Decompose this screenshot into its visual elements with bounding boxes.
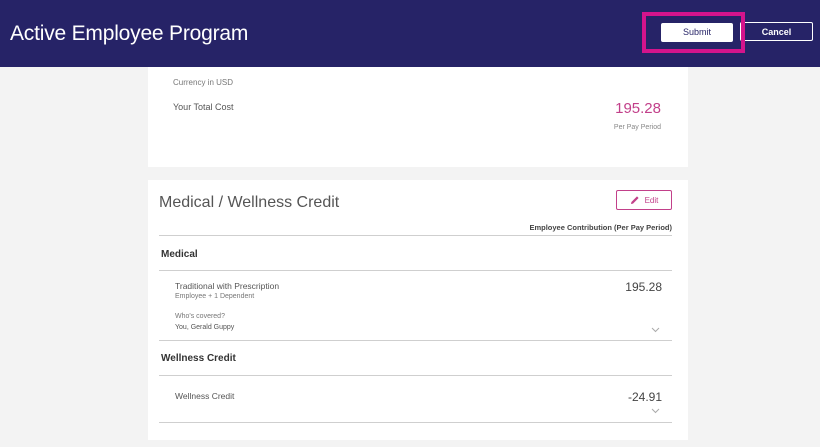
app-title: Active Employee Program (10, 22, 249, 45)
app-header: Active Employee Program Submit Cancel (0, 0, 820, 67)
currency-note: Currency in USD (173, 78, 234, 87)
divider (159, 422, 672, 423)
coverage-tier: Employee + 1 Dependent (175, 293, 255, 300)
group-title-wellness: Wellness Credit (161, 353, 236, 364)
plan-name: Traditional with Prescription (175, 281, 280, 291)
divider (159, 235, 672, 236)
covered-names: You, Gerald Guppy (175, 324, 235, 331)
contribution-column-header: Employee Contribution (Per Pay Period) (529, 223, 672, 232)
cost-summary-card: Currency in USD Your Total Cost 195.28 P… (148, 67, 688, 167)
pencil-icon (630, 196, 639, 204)
plan-name: Wellness Credit (175, 391, 235, 401)
covered-question: Who's covered? (175, 313, 225, 320)
submit-button[interactable]: Submit (661, 23, 733, 42)
edit-button[interactable]: Edit (616, 190, 672, 210)
chevron-down-icon[interactable] (651, 408, 660, 414)
group-title-medical: Medical (161, 249, 198, 260)
divider (159, 270, 672, 271)
total-cost-label: Your Total Cost (173, 102, 234, 112)
wellness-amount: -24.91 (627, 390, 662, 404)
section-title: Medical / Wellness Credit (159, 194, 340, 211)
total-cost-value: 195.28 (615, 100, 661, 117)
divider (159, 375, 672, 376)
chevron-down-icon[interactable] (651, 327, 660, 333)
per-pay-period-label: Per Pay Period (613, 124, 661, 131)
cancel-button[interactable]: Cancel (740, 22, 813, 41)
medical-wellness-card: Medical / Wellness Credit Edit Employee … (148, 180, 688, 440)
divider (159, 340, 672, 341)
medical-amount: 195.28 (625, 280, 662, 294)
edit-label: Edit (644, 195, 659, 205)
